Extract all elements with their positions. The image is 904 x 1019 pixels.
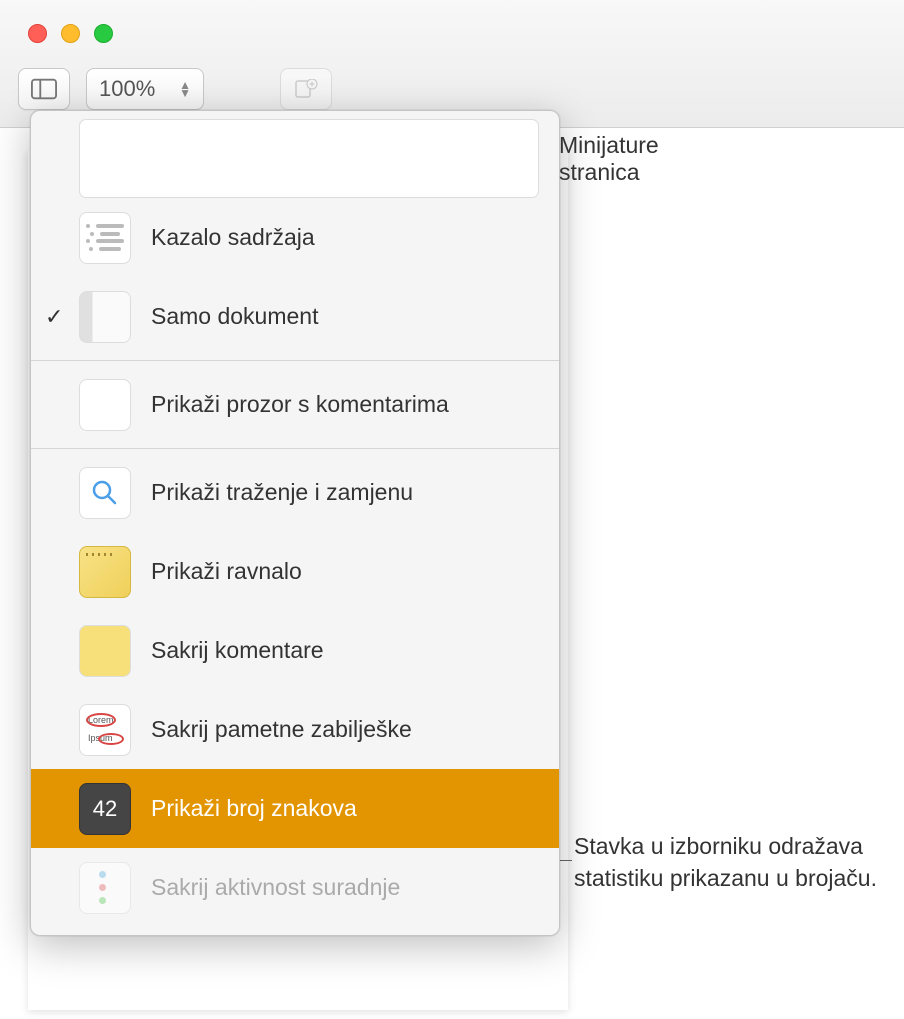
menu-item-label: Minijature stranica bbox=[559, 132, 659, 186]
menu-item-show-word-count[interactable]: 42 Prikaži broj znakova bbox=[31, 769, 559, 848]
checkmark-icon: ✓ bbox=[45, 304, 63, 330]
add-page-icon bbox=[294, 79, 318, 99]
document-only-icon bbox=[79, 291, 131, 343]
collaboration-icon bbox=[79, 862, 131, 914]
menu-item-label: Samo dokument bbox=[151, 303, 318, 330]
window-title-bar: 100% ▲▼ bbox=[0, 0, 904, 128]
toolbar: 100% ▲▼ bbox=[18, 68, 332, 110]
search-icon bbox=[79, 467, 131, 519]
menu-item-page-thumbnails[interactable]: Minijature stranica bbox=[31, 119, 559, 198]
menu-separator bbox=[31, 448, 559, 449]
menu-separator bbox=[31, 360, 559, 361]
menu-item-document-only[interactable]: ✓ Samo dokument bbox=[31, 277, 559, 356]
chevron-updown-icon: ▲▼ bbox=[179, 81, 191, 97]
ruler-icon bbox=[79, 546, 131, 598]
menu-item-table-of-contents[interactable]: Kazalo sadržaja bbox=[31, 198, 559, 277]
add-page-button[interactable] bbox=[280, 68, 332, 110]
menu-item-label: Sakrij pametne zabilješke bbox=[151, 716, 412, 743]
callout-text: Stavka u izborniku odražava statistiku p… bbox=[574, 833, 877, 891]
close-window-button[interactable] bbox=[28, 24, 47, 43]
minimize-window-button[interactable] bbox=[61, 24, 80, 43]
menu-item-show-comments-panel[interactable]: Prikaži prozor s komentarima bbox=[31, 365, 559, 444]
menu-item-label: Kazalo sadržaja bbox=[151, 224, 315, 251]
sidebar-icon bbox=[31, 78, 57, 100]
menu-item-label: Prikaži prozor s komentarima bbox=[151, 391, 449, 418]
menu-item-label: Sakrij aktivnost suradnje bbox=[151, 874, 400, 901]
menu-item-label: Prikaži broj znakova bbox=[151, 795, 357, 822]
hide-comments-icon bbox=[79, 625, 131, 677]
menu-item-label: Sakrij komentare bbox=[151, 637, 324, 664]
menu-item-find-replace[interactable]: Prikaži traženje i zamjenu bbox=[31, 453, 559, 532]
fullscreen-window-button[interactable] bbox=[94, 24, 113, 43]
menu-item-label: Prikaži traženje i zamjenu bbox=[151, 479, 413, 506]
view-menu-button[interactable] bbox=[18, 68, 70, 110]
view-dropdown-menu: Minijature stranica Kazalo sadržaja ✓ Sa… bbox=[30, 110, 560, 936]
thumbnails-icon bbox=[79, 119, 539, 198]
smart-annotations-icon: Lorem Ipsum bbox=[79, 704, 131, 756]
zoom-select[interactable]: 100% ▲▼ bbox=[86, 68, 204, 110]
window-controls bbox=[28, 24, 113, 43]
menu-item-hide-comments[interactable]: Sakrij komentare bbox=[31, 611, 559, 690]
menu-item-show-ruler[interactable]: Prikaži ravnalo bbox=[31, 532, 559, 611]
comments-panel-icon bbox=[79, 379, 131, 431]
toc-icon bbox=[79, 212, 131, 264]
menu-item-hide-smart-annotations[interactable]: Lorem Ipsum Sakrij pametne zabilješke bbox=[31, 690, 559, 769]
menu-item-label: Prikaži ravnalo bbox=[151, 558, 302, 585]
word-count-icon: 42 bbox=[79, 783, 131, 835]
callout-annotation: Stavka u izborniku odražava statistiku p… bbox=[574, 830, 884, 894]
zoom-value: 100% bbox=[99, 76, 155, 102]
menu-item-hide-collaboration: Sakrij aktivnost suradnje bbox=[31, 848, 559, 927]
